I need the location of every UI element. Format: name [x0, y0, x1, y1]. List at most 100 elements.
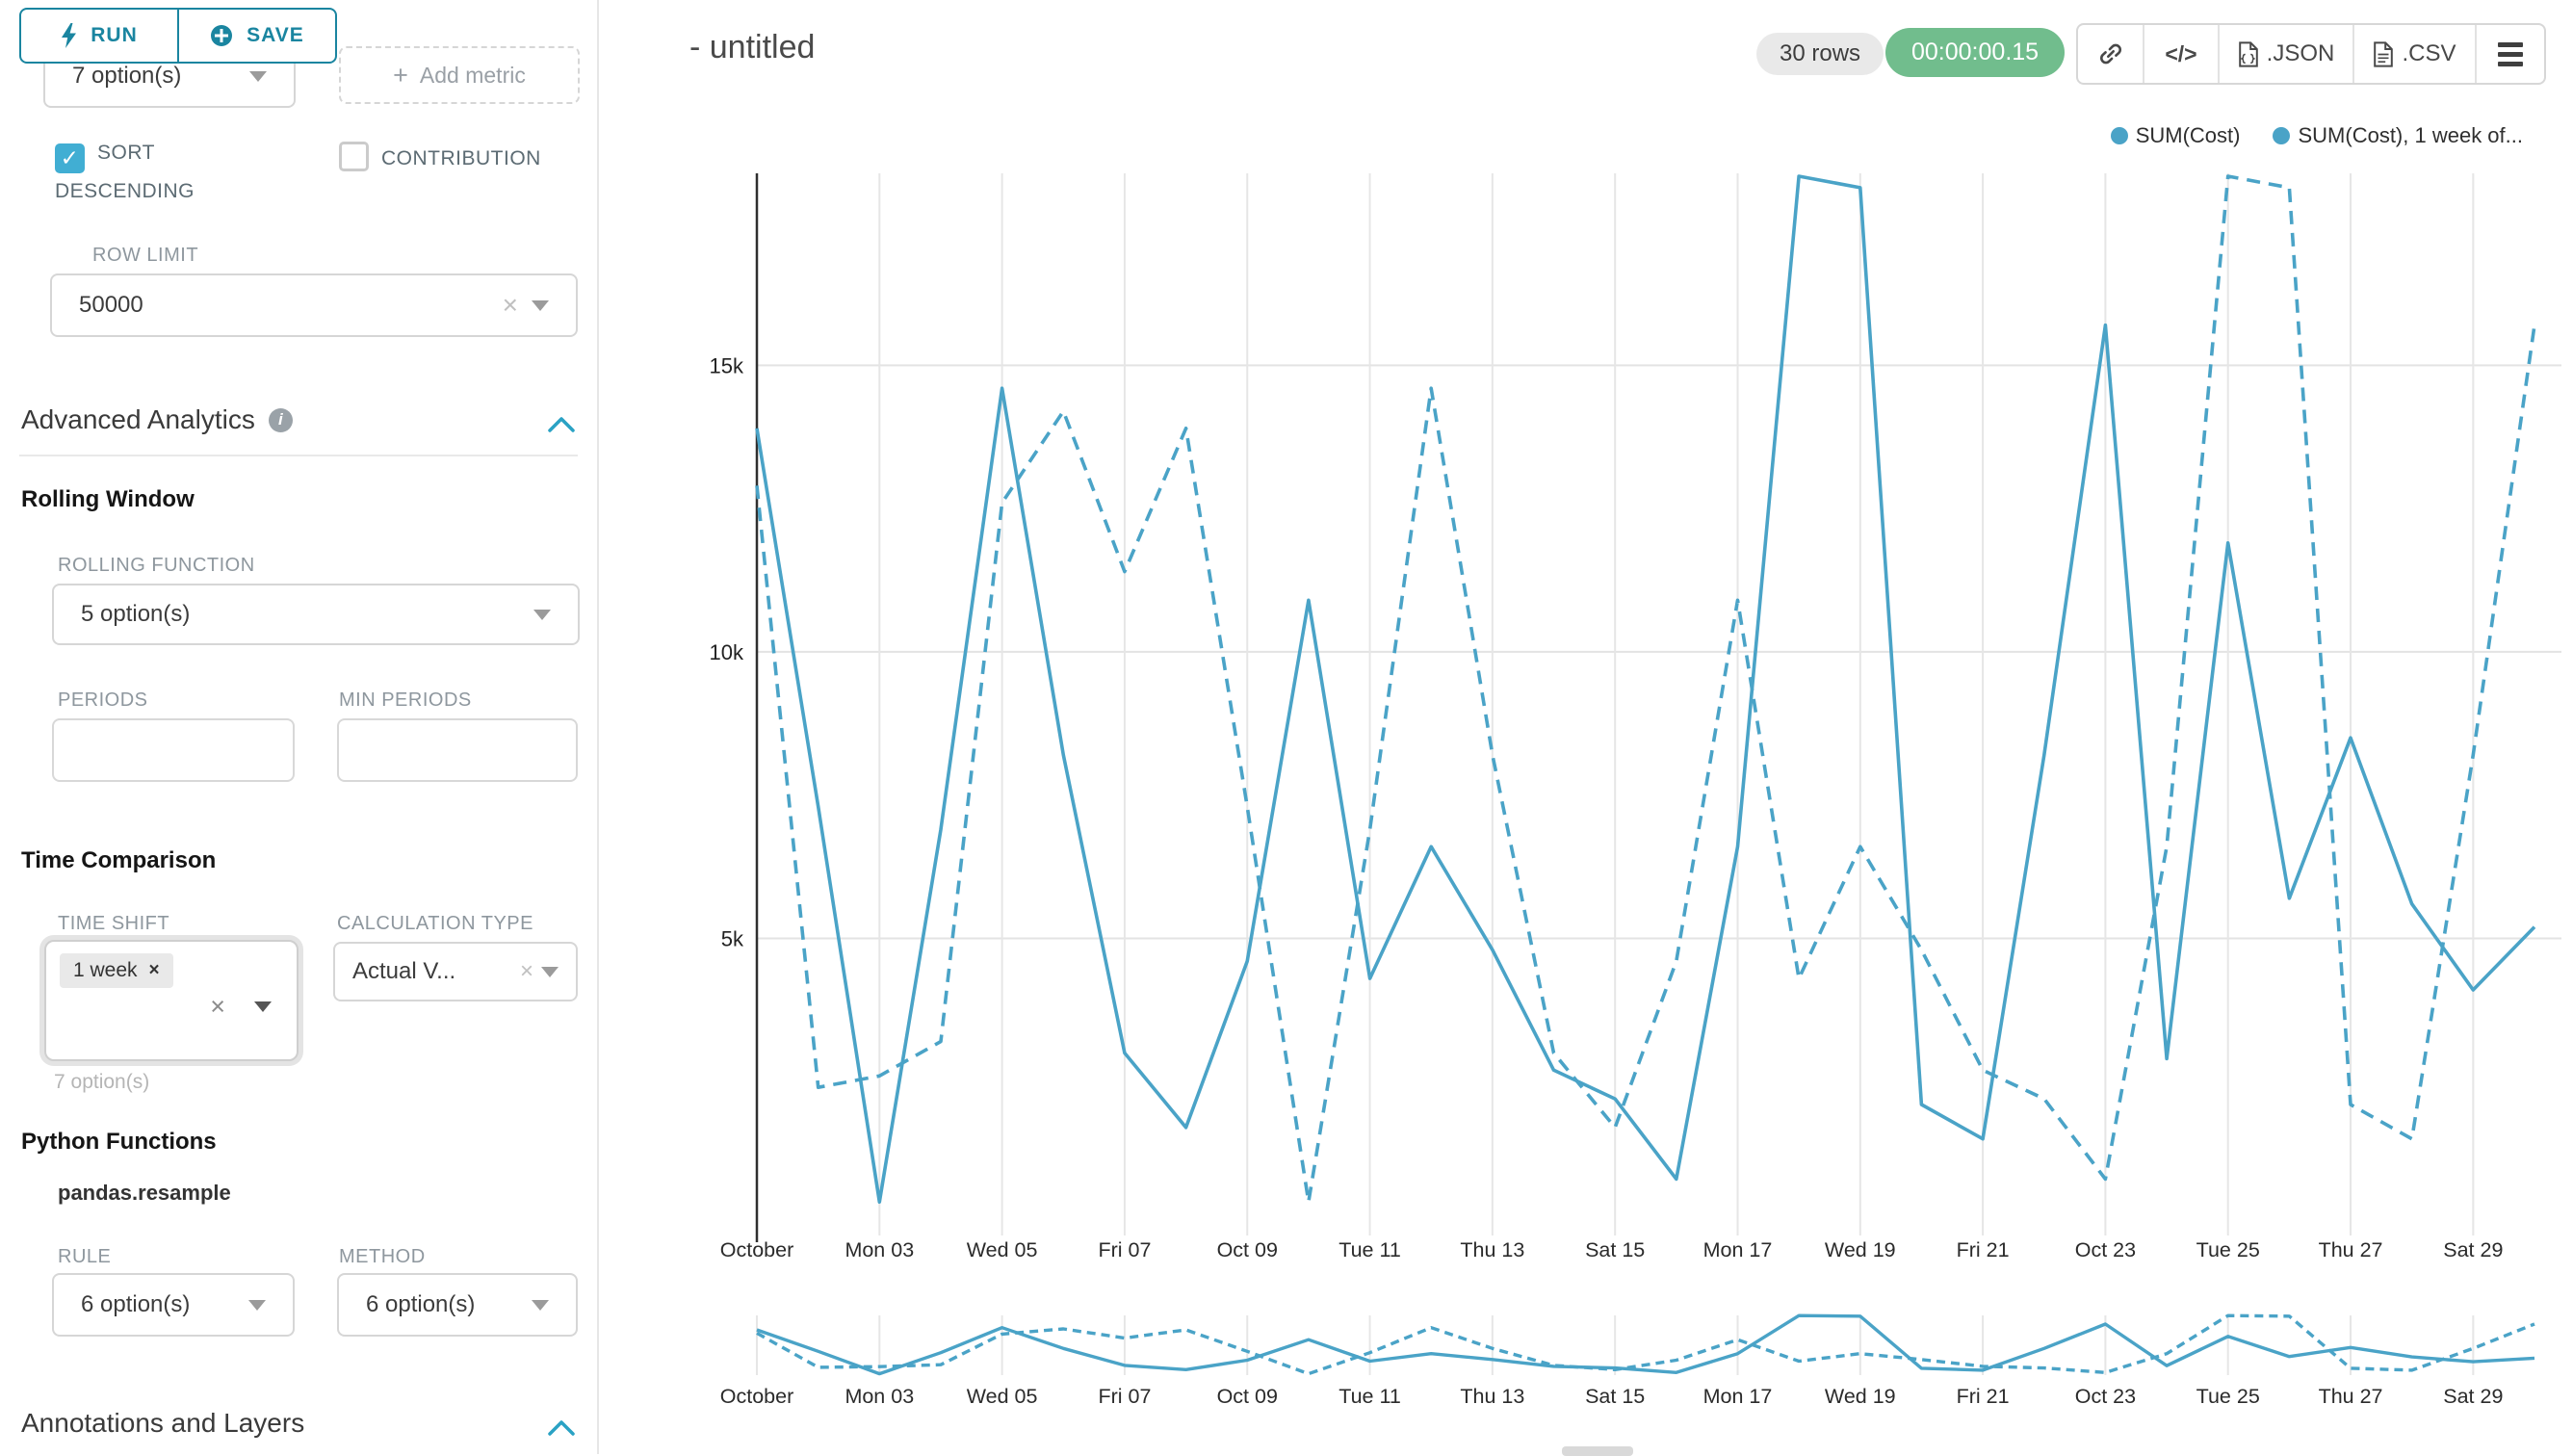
add-metric-button[interactable]: + Add metric [339, 46, 580, 104]
info-icon[interactable]: i [269, 408, 293, 432]
mini-x-axis-tick-label: Oct 23 [2075, 1385, 2136, 1408]
x-axis-tick-label: Oct 23 [2075, 1238, 2136, 1261]
calculation-type-value: Actual V... [352, 958, 455, 985]
chevron-down-icon [254, 1001, 272, 1012]
x-axis-tick-label: Tue 25 [2196, 1238, 2260, 1261]
mini-x-axis-tick-label: Mon 17 [1703, 1385, 1773, 1408]
rule-select[interactable]: 6 option(s) [52, 1273, 295, 1337]
x-axis-tick-label: Tue 11 [1338, 1238, 1401, 1261]
chevron-down-icon [249, 71, 267, 82]
x-axis-tick-label: Mon 03 [845, 1238, 914, 1261]
divider [19, 455, 578, 456]
x-axis-tick-label: Fri 21 [1957, 1238, 2010, 1261]
mini-x-axis-tick-label: Fri 21 [1957, 1385, 2010, 1408]
time-shift-chip[interactable]: 1 week × [60, 953, 173, 988]
chip-remove-icon[interactable]: × [149, 960, 160, 981]
mini-x-axis-tick-label: Thu 27 [2319, 1385, 2383, 1408]
mini-x-axis-tick-label: Sat 29 [2443, 1385, 2503, 1408]
clear-icon[interactable]: × [503, 290, 518, 321]
plus-icon: + [393, 61, 408, 91]
mini-x-axis-tick-label: Wed 05 [967, 1385, 1038, 1408]
mini-x-axis-tick-label: Fri 07 [1098, 1385, 1151, 1408]
row-limit-value: 50000 [79, 292, 143, 319]
pandas-resample-label: pandas.resample [58, 1181, 231, 1206]
series-line-0 [757, 176, 2534, 1202]
mini-x-axis-tick-label: Mon 03 [845, 1385, 914, 1408]
periods-input[interactable] [52, 718, 295, 782]
clear-icon[interactable]: × [520, 958, 533, 985]
metrics-select-value: 7 option(s) [72, 63, 181, 90]
x-axis-tick-label: Fri 07 [1098, 1238, 1151, 1261]
min-periods-input[interactable] [337, 718, 578, 782]
annotations-header: Annotations and Layers [21, 1408, 304, 1439]
advanced-analytics-title: Advanced Analytics [21, 404, 255, 435]
method-value: 6 option(s) [366, 1291, 475, 1318]
rule-label: RULE [58, 1246, 111, 1268]
x-axis-tick-label: Wed 19 [1825, 1238, 1896, 1261]
main-chart[interactable]: 5k10k15kOctoberOctoberMon 03Mon 03Wed 05… [599, 0, 2573, 1454]
rolling-window-title: Rolling Window [21, 486, 195, 513]
time-shift-helper: 7 option(s) [54, 1071, 149, 1094]
lightning-icon [61, 23, 77, 48]
scrollbar-thumb[interactable] [1562, 1446, 1633, 1456]
save-button-label: SAVE [247, 24, 304, 47]
mini-x-axis-tick-label: Thu 13 [1460, 1385, 1524, 1408]
time-shift-select[interactable]: 1 week × × [44, 940, 299, 1061]
advanced-analytics-header: Advanced Analytics i [21, 404, 293, 435]
min-periods-label: MIN PERIODS [339, 689, 472, 712]
calculation-type-select[interactable]: Actual V... × [333, 942, 578, 1001]
y-axis-tick-label: 15k [710, 353, 744, 377]
calculation-type-label: CALCULATION TYPE [337, 913, 533, 935]
series-line-1 [757, 176, 2534, 1202]
chevron-down-icon [533, 610, 551, 620]
contribution-checkbox[interactable]: CONTRIBUTION [339, 141, 589, 176]
run-button[interactable]: RUN [19, 8, 178, 64]
x-axis-tick-label: Wed 05 [967, 1238, 1038, 1261]
chevron-down-icon [541, 967, 559, 977]
checkbox-checked-icon: ✓ [55, 143, 85, 173]
plus-circle-icon [210, 24, 233, 47]
mini-x-axis-tick-label: Wed 19 [1825, 1385, 1896, 1408]
rolling-function-value: 5 option(s) [81, 601, 190, 628]
clear-icon[interactable]: × [210, 992, 225, 1022]
rolling-function-label: ROLLING FUNCTION [58, 555, 255, 577]
time-shift-chip-label: 1 week [73, 959, 138, 982]
chevron-down-icon [532, 300, 549, 311]
sort-descending-checkbox[interactable]: ✓SORT DESCENDING [55, 135, 281, 209]
method-select[interactable]: 6 option(s) [337, 1273, 578, 1337]
contribution-label: CONTRIBUTION [381, 147, 541, 169]
mini-x-axis-tick-label: October [720, 1385, 793, 1408]
periods-label: PERIODS [58, 689, 148, 712]
python-functions-title: Python Functions [21, 1129, 217, 1156]
control-panel: RUN SAVE 7 option(s) + Add metric ✓SORT … [0, 0, 597, 1454]
mini-x-axis-tick-label: Oct 09 [1217, 1385, 1278, 1408]
add-metric-label: Add metric [420, 63, 526, 89]
mini-series-line-1 [757, 1315, 2534, 1373]
y-axis-tick-label: 5k [721, 926, 744, 950]
row-limit-label: ROW LIMIT [92, 245, 198, 267]
checkbox-unchecked-icon [339, 142, 369, 171]
method-label: METHOD [339, 1246, 426, 1268]
x-axis-tick-label: Oct 09 [1217, 1238, 1278, 1261]
mini-x-axis-tick-label: Tue 25 [2196, 1385, 2260, 1408]
x-axis-tick-label: Sat 15 [1585, 1238, 1645, 1261]
rule-value: 6 option(s) [81, 1291, 190, 1318]
x-axis-tick-label: Sat 29 [2443, 1238, 2503, 1261]
mini-x-axis-tick-label: Tue 11 [1338, 1385, 1401, 1408]
run-button-label: RUN [91, 24, 138, 47]
save-button[interactable]: SAVE [178, 8, 337, 64]
chevron-down-icon [248, 1300, 266, 1311]
time-shift-label: TIME SHIFT [58, 913, 169, 935]
x-axis-tick-label: Mon 17 [1703, 1238, 1773, 1261]
rolling-function-select[interactable]: 5 option(s) [52, 584, 580, 645]
chevron-up-icon[interactable] [547, 416, 576, 433]
x-axis-tick-label: Thu 13 [1460, 1238, 1524, 1261]
row-limit-select[interactable]: 50000 × [50, 273, 578, 337]
chevron-down-icon [532, 1300, 549, 1311]
x-axis-tick-label: Thu 27 [2319, 1238, 2383, 1261]
chevron-up-icon[interactable] [547, 1419, 576, 1437]
y-axis-tick-label: 10k [710, 640, 744, 664]
time-comparison-title: Time Comparison [21, 847, 216, 874]
mini-x-axis-tick-label: Sat 15 [1585, 1385, 1645, 1408]
annotations-title: Annotations and Layers [21, 1408, 304, 1439]
